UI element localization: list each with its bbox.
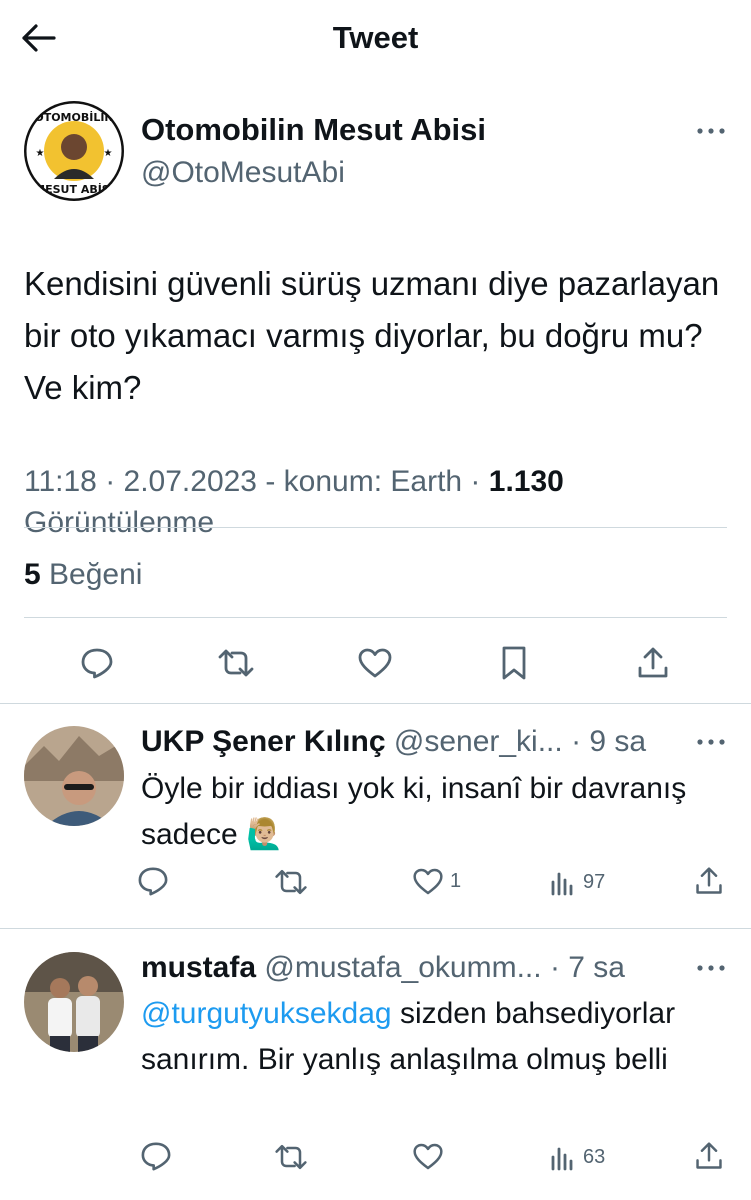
tweet-more-button[interactable] — [691, 116, 731, 146]
reply-author-handle[interactable]: @mustafa_okumm... — [264, 951, 541, 984]
reply-avatar[interactable] — [24, 952, 124, 1052]
divider — [24, 527, 727, 528]
svg-text:OTOMOBİLİN: OTOMOBİLİN — [34, 110, 113, 124]
author-name[interactable]: Otomobilin Mesut Abisi — [141, 110, 486, 150]
author-logo: OTOMOBİLİN MESUT ABİSİ ★ ★ — [24, 101, 124, 201]
reply-retweet-button[interactable] — [273, 868, 309, 896]
views-count: 1.130 — [488, 465, 564, 498]
tweet-location: konum: Earth — [283, 465, 463, 498]
page-title: Tweet — [332, 20, 419, 55]
reply-like-button[interactable]: 1 — [412, 867, 461, 896]
reply-more-button[interactable] — [691, 727, 731, 757]
views-label: Görüntülenme — [24, 506, 215, 539]
reply-share-button[interactable] — [694, 1141, 724, 1171]
reply-like-count: 1 — [450, 870, 462, 892]
reply-more-button[interactable] — [691, 953, 731, 983]
heart-icon — [358, 648, 392, 678]
likes-count: 5 — [24, 558, 41, 591]
reply-author-name[interactable]: mustafa — [141, 951, 256, 984]
avatar-photo — [24, 726, 124, 826]
reply-reply-button[interactable] — [140, 1141, 172, 1171]
reply-icon — [141, 1142, 171, 1171]
raising-hand-emoji: 🙋🏼‍♂️ — [246, 818, 284, 851]
reply-text: @turgutyuksekdag sizden bahsediyorlar sa… — [141, 991, 701, 1083]
bookmark-button[interactable] — [487, 641, 541, 685]
retweet-button[interactable] — [209, 641, 263, 685]
author-avatar[interactable]: OTOMOBİLİN MESUT ABİSİ ★ ★ — [24, 101, 124, 201]
reply-button[interactable] — [70, 641, 124, 685]
reply-view-count: 97 — [583, 870, 606, 893]
more-horizontal-icon — [697, 739, 725, 745]
svg-text:★: ★ — [36, 148, 45, 159]
more-horizontal-icon — [697, 128, 725, 134]
reply-time[interactable]: 9 sa — [589, 725, 646, 758]
reply-view-count: 63 — [583, 1145, 606, 1168]
retweet-icon — [275, 869, 307, 895]
retweet-icon — [218, 649, 254, 677]
reply-author-handle[interactable]: @sener_ki... — [394, 725, 563, 758]
like-button[interactable] — [348, 641, 402, 685]
reply-share-button[interactable] — [694, 866, 724, 896]
share-icon — [696, 1142, 722, 1169]
reply-views-button[interactable]: 97 — [549, 868, 605, 896]
share-icon — [696, 867, 722, 894]
share-icon — [638, 647, 668, 678]
views-chart-icon — [551, 872, 573, 896]
reply-time[interactable]: 7 sa — [568, 951, 625, 984]
reply-text-body: Öyle bir iddiası yok ki, insanî bir davr… — [141, 772, 687, 851]
divider — [24, 617, 727, 618]
likes-label: Beğeni — [49, 558, 143, 591]
share-button[interactable] — [626, 641, 680, 685]
reply-retweet-button[interactable] — [273, 1143, 309, 1171]
reply-icon — [81, 648, 113, 679]
tweet-time[interactable]: 11:18 — [24, 465, 97, 498]
heart-icon — [413, 868, 443, 895]
reply-icon — [138, 867, 168, 896]
retweet-icon — [275, 1144, 307, 1170]
author-handle[interactable]: @OtoMesutAbi — [141, 153, 345, 193]
reply-header: UKP Şener Kılınç @sener_ki... · 9 sa — [141, 725, 647, 758]
bookmark-icon — [502, 646, 526, 680]
likes-summary[interactable]: 5 Beğeni — [24, 555, 142, 595]
views-chart-icon — [551, 1147, 573, 1171]
mention-link[interactable]: @turgutyuksekdag — [141, 997, 392, 1030]
reply-like-button[interactable] — [412, 1142, 444, 1171]
more-horizontal-icon — [697, 965, 725, 971]
reply-avatar[interactable] — [24, 726, 124, 826]
reply-views-button[interactable]: 63 — [549, 1143, 605, 1171]
tweet-date[interactable]: 2.07.2023 — [124, 465, 257, 498]
svg-text:MESUT ABİSİ: MESUT ABİSİ — [34, 182, 114, 196]
tweet-meta: 11:18 · 2.07.2023 - konum: Earth · 1.130 — [24, 465, 564, 498]
divider — [0, 928, 751, 929]
heart-icon — [413, 1143, 443, 1170]
svg-text:★: ★ — [104, 148, 113, 159]
reply-text: Öyle bir iddiası yok ki, insanî bir davr… — [141, 766, 701, 858]
avatar-photo — [24, 952, 124, 1052]
tweet-text: Kendisini güvenli sürüş uzmanı diye paza… — [24, 265, 720, 406]
divider — [0, 703, 751, 704]
reply-header: mustafa @mustafa_okumm... · 7 sa — [141, 951, 625, 984]
reply-author-name[interactable]: UKP Şener Kılınç — [141, 725, 386, 758]
reply-reply-button[interactable] — [137, 866, 169, 896]
